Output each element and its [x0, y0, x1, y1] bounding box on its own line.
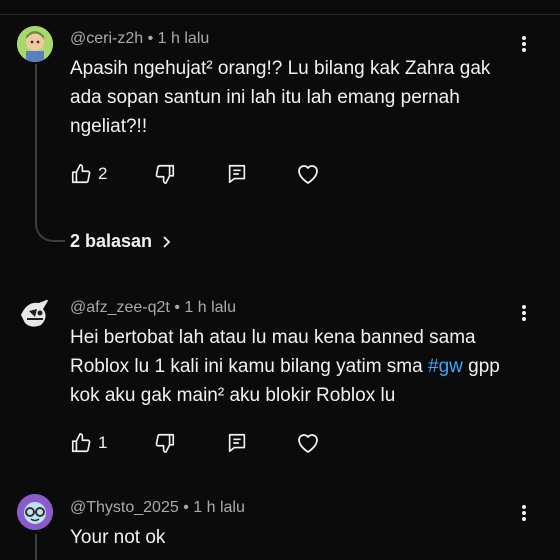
comment-time: 1 h lalu: [184, 299, 236, 316]
heart-icon: [298, 434, 318, 453]
avatar[interactable]: [17, 494, 53, 530]
meta-separator: •: [147, 30, 154, 47]
dislike-button[interactable]: [154, 429, 176, 457]
meta-separator: •: [174, 299, 180, 316]
like-button[interactable]: 1: [70, 429, 107, 457]
avatar-character-icon: [17, 494, 53, 530]
like-icon: [71, 433, 91, 453]
reply-icon: [228, 164, 246, 184]
chevron-right-icon: [163, 235, 171, 248]
thread-line-bottom: [35, 534, 37, 560]
avatar-character-icon: [17, 295, 53, 331]
avatar[interactable]: [17, 295, 53, 331]
dislike-icon: [155, 433, 175, 453]
comment-author[interactable]: @Thysto_2025: [70, 499, 179, 516]
comment-meta: @ceri-z2h • 1 h lalu: [70, 30, 209, 48]
avatar[interactable]: [17, 26, 53, 62]
comment-time: 1 h lalu: [193, 499, 245, 516]
heart-icon: [298, 165, 318, 184]
like-icon: [71, 164, 91, 184]
hashtag-link[interactable]: #gw: [428, 356, 463, 377]
dislike-button[interactable]: [154, 160, 176, 188]
more-vert-icon: [522, 305, 526, 321]
comment-time: 1 h lalu: [157, 30, 210, 47]
thread-curve: [35, 216, 65, 242]
more-options-button[interactable]: [514, 301, 534, 325]
reply-button[interactable]: [226, 160, 248, 188]
more-options-button[interactable]: [514, 501, 534, 525]
comment-text: Your not ok: [70, 527, 166, 548]
replies-label: 2 balasan: [70, 231, 153, 251]
comment-text: Apasih ngehujat² orang!? Lu bilang kak Z…: [70, 58, 491, 137]
reply-button[interactable]: [226, 429, 248, 457]
comment-text: Hei bertobat lah atau lu mau kena banned…: [70, 323, 520, 410]
comment-meta: @Thysto_2025 • 1 h lalu: [70, 499, 245, 517]
top-divider: [0, 0, 560, 15]
comment-meta: @afz_zee-q2t • 1 h lalu: [70, 299, 236, 317]
like-count: 1: [98, 433, 108, 452]
meta-separator: •: [183, 499, 189, 516]
heart-button[interactable]: [296, 160, 320, 188]
heart-button[interactable]: [296, 429, 320, 457]
reply-icon: [228, 433, 246, 453]
dislike-icon: [155, 164, 175, 184]
more-vert-icon: [522, 505, 526, 521]
view-replies-button[interactable]: 2 balasan: [70, 231, 174, 252]
like-count: 2: [98, 164, 108, 183]
comment-text-part: Hei bertobat lah atau lu mau kena banned…: [70, 327, 476, 377]
like-button[interactable]: 2: [70, 160, 107, 188]
avatar-character-icon: [17, 26, 53, 62]
more-options-button[interactable]: [514, 32, 534, 56]
comment-author[interactable]: @ceri-z2h: [70, 30, 143, 47]
comment-author[interactable]: @afz_zee-q2t: [70, 299, 170, 316]
thread-line: [35, 64, 37, 222]
more-vert-icon: [522, 36, 526, 52]
